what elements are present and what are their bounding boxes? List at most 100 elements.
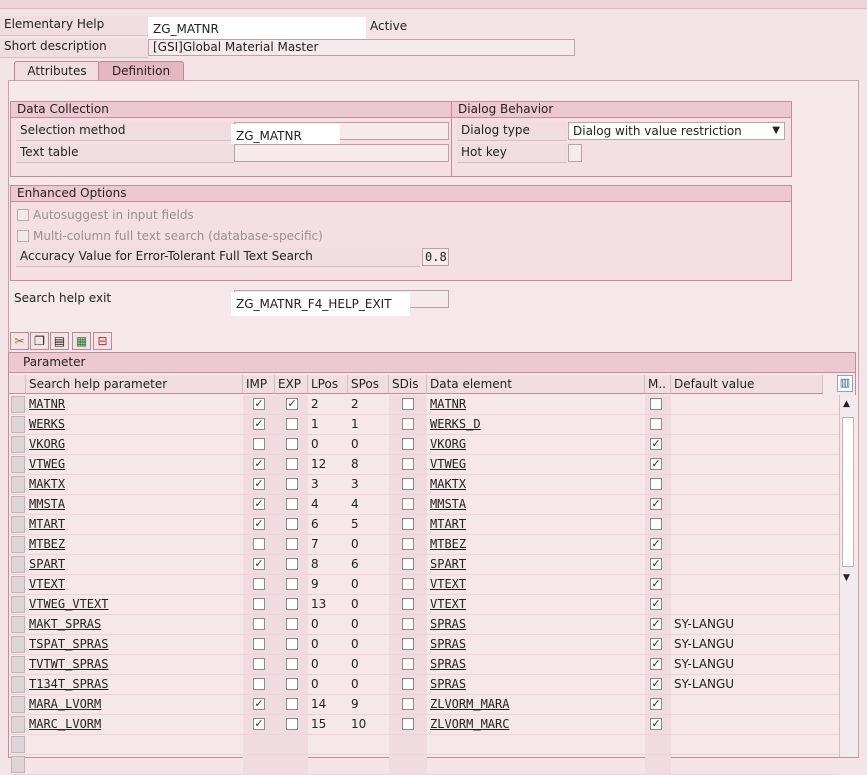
imp-checkbox[interactable]: ✓ — [253, 418, 265, 430]
exp-checkbox[interactable] — [286, 618, 298, 630]
modified-checkbox[interactable]: ✓ — [650, 558, 662, 570]
col-search-help-parameter[interactable]: Search help parameter — [26, 375, 243, 394]
default-value-cell[interactable] — [671, 435, 823, 454]
data-element-cell[interactable]: VTEXT — [427, 595, 645, 614]
table-row[interactable]: MAKT_SPRAS 0 0 SPRAS ✓ SY-LANGU — [9, 615, 839, 635]
lpos-cell[interactable]: 0 — [308, 435, 348, 454]
modified-checkbox[interactable]: ✓ — [650, 658, 662, 670]
spos-cell[interactable]: 2 — [348, 395, 389, 414]
sdis-checkbox[interactable] — [402, 638, 414, 650]
data-element-cell[interactable]: SPRAS — [427, 655, 645, 674]
default-value-cell[interactable] — [671, 535, 823, 554]
row-selector-header[interactable] — [9, 375, 26, 394]
table-row[interactable]: VTEXT 9 0 VTEXT ✓ — [9, 575, 839, 595]
lpos-cell[interactable]: 0 — [308, 615, 348, 634]
param-name-cell[interactable]: VTEXT — [26, 575, 243, 594]
row-selector[interactable] — [11, 716, 25, 733]
modified-checkbox[interactable]: ✓ — [650, 438, 662, 450]
table-row[interactable]: MTART ✓ 6 5 MTART — [9, 515, 839, 535]
modified-checkbox[interactable]: ✓ — [650, 678, 662, 690]
spos-cell[interactable]: 0 — [348, 535, 389, 554]
default-value-cell[interactable] — [671, 515, 823, 534]
sdis-checkbox[interactable] — [402, 518, 414, 530]
row-selector[interactable] — [11, 636, 25, 653]
row-selector[interactable] — [11, 536, 25, 553]
exp-checkbox[interactable] — [286, 518, 298, 530]
modified-checkbox[interactable]: ✓ — [650, 458, 662, 470]
col-modified[interactable]: M.. — [645, 375, 671, 394]
lpos-cell[interactable]: 9 — [308, 575, 348, 594]
modified-checkbox[interactable] — [650, 398, 662, 410]
spos-cell[interactable]: 6 — [348, 555, 389, 574]
row-selector[interactable] — [11, 416, 25, 433]
param-name-cell[interactable]: WERKS — [26, 415, 243, 434]
param-name-cell[interactable]: MMSTA — [26, 495, 243, 514]
data-element-cell[interactable]: MATNR — [427, 395, 645, 414]
row-selector[interactable] — [11, 616, 25, 633]
data-element-cell[interactable]: SPRAS — [427, 675, 645, 694]
default-value-cell[interactable] — [671, 415, 823, 434]
spos-cell[interactable]: 10 — [348, 715, 389, 734]
imp-checkbox[interactable] — [253, 658, 265, 670]
spos-cell[interactable]: 0 — [348, 595, 389, 614]
row-selector[interactable] — [11, 756, 25, 773]
table-row[interactable]: TVTWT_SPRAS 0 0 SPRAS ✓ SY-LANGU — [9, 655, 839, 675]
imp-checkbox[interactable] — [253, 438, 265, 450]
spos-cell[interactable]: 0 — [348, 575, 389, 594]
tab-definition[interactable]: Definition — [98, 61, 184, 81]
spos-cell[interactable]: 5 — [348, 515, 389, 534]
spos-cell[interactable]: 8 — [348, 455, 389, 474]
lpos-cell[interactable]: 1 — [308, 415, 348, 434]
lpos-cell[interactable]: 0 — [308, 635, 348, 654]
row-selector[interactable] — [11, 656, 25, 673]
col-exp[interactable]: EXP — [275, 375, 308, 394]
lpos-cell[interactable]: 8 — [308, 555, 348, 574]
elementary-help-field[interactable]: ZG_MATNR — [148, 17, 366, 41]
lpos-cell[interactable]: 13 — [308, 595, 348, 614]
data-element-cell[interactable]: MTBEZ — [427, 535, 645, 554]
sdis-checkbox[interactable] — [402, 718, 414, 730]
imp-checkbox[interactable] — [253, 618, 265, 630]
modified-checkbox[interactable]: ✓ — [650, 598, 662, 610]
table-row[interactable]: MTBEZ 7 0 MTBEZ ✓ — [9, 535, 839, 555]
data-element-cell[interactable]: WERKS_D — [427, 415, 645, 434]
tab-attributes[interactable]: Attributes — [14, 61, 100, 81]
row-selector[interactable] — [11, 396, 25, 413]
table-row[interactable]: T134T_SPRAS 0 0 SPRAS ✓ SY-LANGU — [9, 675, 839, 695]
sdis-checkbox[interactable] — [402, 418, 414, 430]
table-row[interactable] — [9, 755, 839, 775]
param-name-cell[interactable]: TSPAT_SPRAS — [26, 635, 243, 654]
default-value-cell[interactable] — [671, 555, 823, 574]
modified-checkbox[interactable]: ✓ — [650, 618, 662, 630]
data-element-cell[interactable]: SPRAS — [427, 635, 645, 654]
data-element-cell[interactable]: MMSTA — [427, 495, 645, 514]
col-sdis[interactable]: SDis — [389, 375, 427, 394]
data-element-cell[interactable]: VTEXT — [427, 575, 645, 594]
sdis-checkbox[interactable] — [402, 618, 414, 630]
hot-key-field[interactable] — [568, 144, 582, 162]
lpos-cell[interactable]: 3 — [308, 475, 348, 494]
row-selector[interactable] — [11, 696, 25, 713]
table-row[interactable]: MARA_LVORM ✓ 14 9 ZLVORM_MARA ✓ — [9, 695, 839, 715]
data-element-cell[interactable]: MTART — [427, 515, 645, 534]
exp-checkbox[interactable] — [286, 658, 298, 670]
exp-checkbox[interactable] — [286, 698, 298, 710]
lpos-cell[interactable]: 7 — [308, 535, 348, 554]
modified-checkbox[interactable]: ✓ — [650, 638, 662, 650]
data-element-cell[interactable]: VTWEG — [427, 455, 645, 474]
param-name-cell[interactable]: MTART — [26, 515, 243, 534]
table-row[interactable]: SPART ✓ 8 6 SPART ✓ — [9, 555, 839, 575]
lpos-cell[interactable]: 6 — [308, 515, 348, 534]
lpos-cell[interactable]: 0 — [308, 655, 348, 674]
lpos-cell[interactable]: 0 — [308, 675, 348, 694]
spos-cell[interactable]: 9 — [348, 695, 389, 714]
exit-field[interactable]: ZG_MATNR_F4_HELP_EXIT — [231, 292, 410, 316]
param-name-cell[interactable]: MAKT_SPRAS — [26, 615, 243, 634]
table-row[interactable]: TSPAT_SPRAS 0 0 SPRAS ✓ SY-LANGU — [9, 635, 839, 655]
exp-checkbox[interactable] — [286, 418, 298, 430]
modified-checkbox[interactable] — [650, 478, 662, 490]
exp-checkbox[interactable] — [286, 458, 298, 470]
imp-checkbox[interactable] — [253, 578, 265, 590]
exp-checkbox[interactable] — [286, 578, 298, 590]
dialog-type-select[interactable]: Dialog with value restriction ▼ — [568, 122, 785, 140]
